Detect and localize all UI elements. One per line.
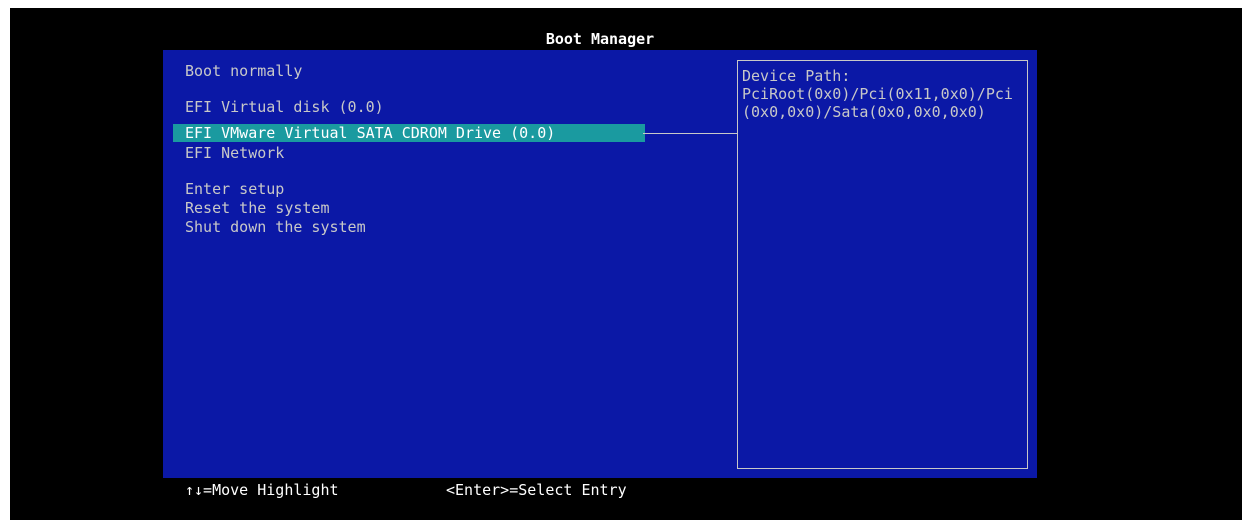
select-entry-hint: <Enter>=Select Entry (446, 481, 627, 499)
help-heading: Device Path: (742, 67, 851, 85)
help-box: Device Path: PciRoot(0x0)/Pci(0x11,0x0)/… (737, 60, 1028, 469)
menu-item-efi-vmware-cdrom[interactable]: EFI VMware Virtual SATA CDROM Drive (0.0… (173, 124, 645, 142)
help-connector-line (643, 133, 737, 134)
menu-item-efi-network[interactable]: EFI Network (185, 144, 284, 162)
device-path-text: PciRoot(0x0)/Pci(0x11,0x0)/Pci(0x0,0x0)/… (742, 85, 1013, 121)
window-title: Boot Manager (163, 28, 1037, 50)
menu-item-boot-normally[interactable]: Boot normally (185, 62, 302, 80)
menu-item-reset-system[interactable]: Reset the system (185, 199, 330, 217)
footer-bar: ↑↓=Move Highlight <Enter>=Select Entry (163, 478, 1037, 502)
menu-item-shut-down-system[interactable]: Shut down the system (185, 218, 366, 236)
move-highlight-hint: ↑↓=Move Highlight (185, 481, 339, 499)
menu-item-efi-virtual-disk[interactable]: EFI Virtual disk (0.0) (185, 98, 384, 116)
menu-item-enter-setup[interactable]: Enter setup (185, 180, 284, 198)
